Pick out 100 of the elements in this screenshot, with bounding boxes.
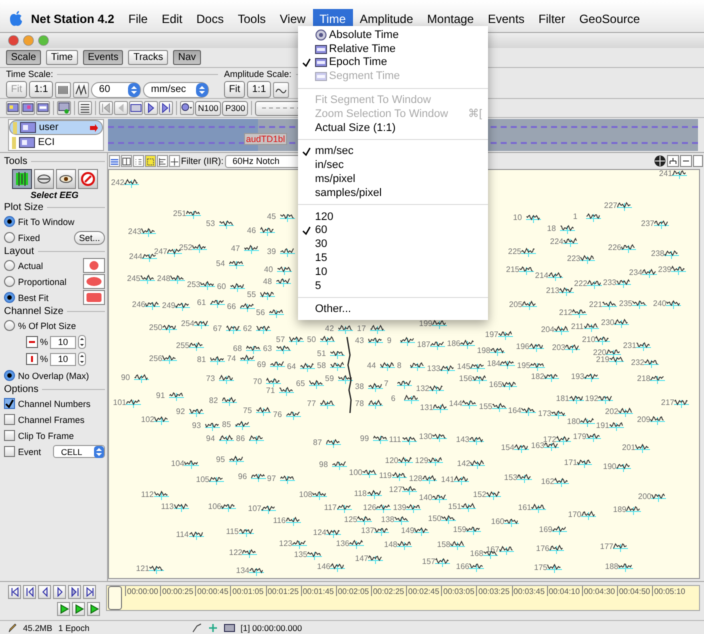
channel-number: 160 [491, 517, 504, 527]
menu-option[interactable]: ms/pixel [298, 172, 488, 186]
channel-number: 196 [516, 342, 529, 352]
channel-number: 249 [162, 301, 175, 311]
menu-option[interactable]: 15 [298, 251, 488, 265]
scale-button[interactable]: Fit [224, 81, 246, 98]
time-tick-label: 00:01:25 [266, 586, 301, 596]
channel-number: 46 [247, 226, 257, 236]
menu-option[interactable]: Relative Time [298, 42, 488, 56]
channel-number: 113 [161, 502, 174, 512]
time-tick-label: 00:04:50 [616, 586, 652, 596]
option-label: Event [18, 446, 42, 456]
channel-number: 62 [243, 324, 253, 334]
unit-dropdown[interactable]: mm/sec [143, 82, 210, 98]
channel-number: 199 [419, 319, 432, 329]
channel-number: 189 [613, 505, 626, 515]
channel-number: 69 [257, 360, 267, 370]
channel-number: 117 [324, 503, 337, 513]
menu-item[interactable]: File [121, 9, 155, 29]
channel-number: 165 [489, 380, 502, 390]
channel-number: 85 [222, 420, 232, 430]
menu-option[interactable]: Other... [298, 302, 488, 316]
channel-number: 202 [605, 407, 618, 417]
menu-item[interactable]: Edit [154, 9, 190, 29]
option-label: Channel Numbers [18, 398, 91, 408]
channel-number: 44 [367, 361, 377, 371]
rate-dropdown[interactable]: 60 [91, 82, 142, 98]
channel-number: 200 [638, 492, 651, 502]
channel-number: 143 [456, 435, 469, 445]
channel-number: 247 [154, 247, 167, 257]
channel-number: 226 [608, 243, 621, 253]
menu-option[interactable]: 30 [298, 237, 488, 252]
channel-number: 100 [349, 468, 362, 478]
channel-number: 17 [357, 324, 367, 334]
channel-number: 114 [176, 530, 189, 540]
time-tick-label: 00:04:30 [582, 586, 617, 596]
app-name-menu[interactable]: Net Station 4.2 [24, 9, 122, 29]
track-row[interactable]: user [9, 120, 103, 135]
menu-item[interactable]: Amplitude [352, 9, 420, 29]
channel-number: 154 [501, 443, 514, 453]
track-row[interactable]: ECI [9, 135, 103, 150]
menu-option[interactable]: 60 [298, 224, 488, 238]
channel-number: 146 [317, 562, 330, 572]
channel-number: 131 [420, 403, 433, 413]
toolbar-tab[interactable]: Time [46, 50, 78, 65]
menu-option[interactable]: Actual Size (1:1) [298, 120, 488, 135]
toolbar-tab[interactable]: Tracks [128, 50, 168, 65]
channel-number: 152 [473, 490, 486, 500]
menu-item[interactable]: GeoSource [572, 9, 647, 29]
size-field[interactable]: 10 [50, 336, 76, 348]
channel-number: 203 [552, 343, 565, 353]
menu-option[interactable]: Absolute Time [298, 28, 488, 42]
channel-number: 6 [391, 394, 396, 404]
menu-option[interactable]: 5 [298, 278, 488, 293]
channel-number: 182 [531, 372, 544, 382]
toolbar-tab[interactable]: Events [82, 50, 124, 65]
set-button[interactable]: Set... [74, 230, 105, 244]
channel-number: 65 [296, 379, 306, 389]
size-field[interactable]: 10 [50, 352, 76, 366]
toolbar-tab[interactable]: Nav [173, 50, 201, 65]
event-button[interactable]: N100 [195, 100, 222, 116]
channel-number: 217 [661, 398, 674, 408]
channel-number: 124 [313, 528, 326, 538]
scale-button[interactable]: 1:1 [29, 81, 54, 98]
channel-number: 74 [227, 354, 237, 364]
menu-item[interactable]: Montage [420, 9, 481, 29]
track-name: ECI [38, 137, 56, 148]
channel-number: 171 [564, 458, 577, 468]
channel-number: 250 [149, 323, 162, 333]
menu-item[interactable]: View [272, 9, 313, 29]
channel-number: 167 [486, 545, 499, 555]
channel-number: 224 [550, 237, 563, 247]
channel-number: 212 [559, 308, 572, 318]
event-dropdown[interactable]: CELL [53, 445, 105, 458]
menu-option[interactable]: 10 [298, 264, 488, 279]
option-label: Fixed [18, 232, 40, 242]
channel-number: 255 [176, 341, 189, 351]
channel-number: 173 [538, 409, 551, 419]
channel-number: 235 [619, 299, 632, 309]
menu-item[interactable]: Events [480, 9, 532, 29]
channel-number: 175 [534, 563, 547, 573]
menu-item[interactable]: Tools [230, 9, 273, 29]
channel-number: 139 [393, 503, 406, 513]
channel-number: 93 [192, 421, 202, 431]
menu-item[interactable]: Filter [532, 9, 572, 29]
menu-item[interactable]: Docs [189, 9, 231, 29]
event-button[interactable]: P300 [222, 100, 248, 116]
channel-number: 43 [355, 336, 365, 346]
channel-number: 141 [441, 475, 454, 485]
scale-button[interactable]: 1:1 [247, 81, 272, 98]
channel-number: 245 [127, 274, 140, 284]
channel-number: 254 [181, 319, 194, 329]
menu-option[interactable]: 120 [298, 210, 488, 224]
channel-number: 51 [317, 349, 327, 359]
menu-option[interactable]: samples/pixel [298, 186, 488, 200]
channel-number: 161 [518, 503, 531, 513]
menu-option[interactable]: Epoch Time [298, 56, 488, 70]
channel-number: 108 [299, 490, 312, 500]
channel-number: 138 [381, 515, 394, 525]
toolbar-tab[interactable]: Scale [6, 50, 42, 65]
